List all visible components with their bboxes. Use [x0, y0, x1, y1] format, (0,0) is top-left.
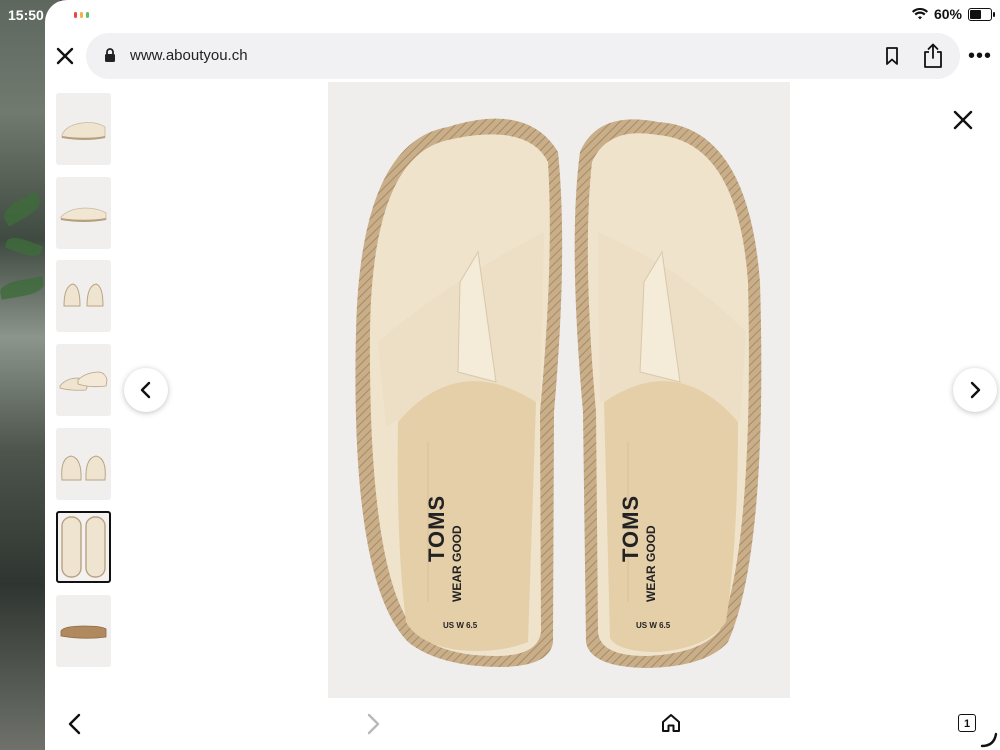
insole-size-left: US W 6.5 [443, 621, 478, 630]
battery-fill [970, 9, 981, 19]
tabs-button[interactable]: 1 [958, 714, 976, 732]
bookmark-icon[interactable] [884, 46, 900, 66]
close-gallery-icon[interactable] [951, 108, 975, 132]
home-icon[interactable] [660, 712, 682, 734]
chevron-left-icon [140, 381, 151, 399]
thumbnail-side-view-2[interactable] [56, 177, 111, 249]
lock-icon [105, 48, 115, 62]
product-image[interactable]: TOMS WEAR GOOD US W 6.5 TOMS WEAR GOOD U… [328, 82, 790, 698]
thumbnail-angled-pair[interactable] [56, 344, 111, 416]
plant-leaf [4, 234, 44, 260]
previous-image-button[interactable] [124, 368, 168, 412]
thumbnail-sole-view[interactable] [56, 595, 111, 667]
thumbnail-back-pair[interactable] [56, 428, 111, 500]
battery-percent: 60% [933, 6, 962, 22]
thumbnail-top-view[interactable] [56, 511, 111, 583]
more-button[interactable]: ••• [968, 46, 991, 66]
insole-brand-left: TOMS [424, 494, 449, 562]
status-time: 15:50 [8, 7, 44, 23]
forward-icon[interactable] [364, 712, 382, 736]
insole-slogan-left: WEAR GOOD [450, 525, 464, 602]
chevron-right-icon [970, 381, 981, 399]
insole-slogan-right: WEAR GOOD [644, 525, 658, 602]
plant-leaf [0, 191, 44, 227]
share-icon[interactable] [922, 43, 944, 69]
battery-icon [968, 7, 995, 21]
app-indicator[interactable] [58, 4, 104, 26]
wifi-icon [911, 8, 928, 20]
browser-toolbar [45, 698, 1000, 750]
back-icon[interactable] [66, 712, 84, 736]
resize-handle-icon [980, 732, 998, 748]
thumbnail-front-pair[interactable] [56, 260, 111, 332]
plant-leaf [0, 276, 46, 300]
thumbnail-side-view[interactable] [56, 93, 111, 165]
status-right: 60% [911, 6, 995, 22]
espadrilles-illustration [355, 118, 762, 669]
insole-size-right: US W 6.5 [636, 621, 671, 630]
close-icon[interactable] [52, 43, 78, 69]
next-image-button[interactable] [953, 368, 997, 412]
url-text[interactable]: www.aboutyou.ch [130, 47, 248, 64]
insole-brand-right: TOMS [618, 494, 643, 562]
